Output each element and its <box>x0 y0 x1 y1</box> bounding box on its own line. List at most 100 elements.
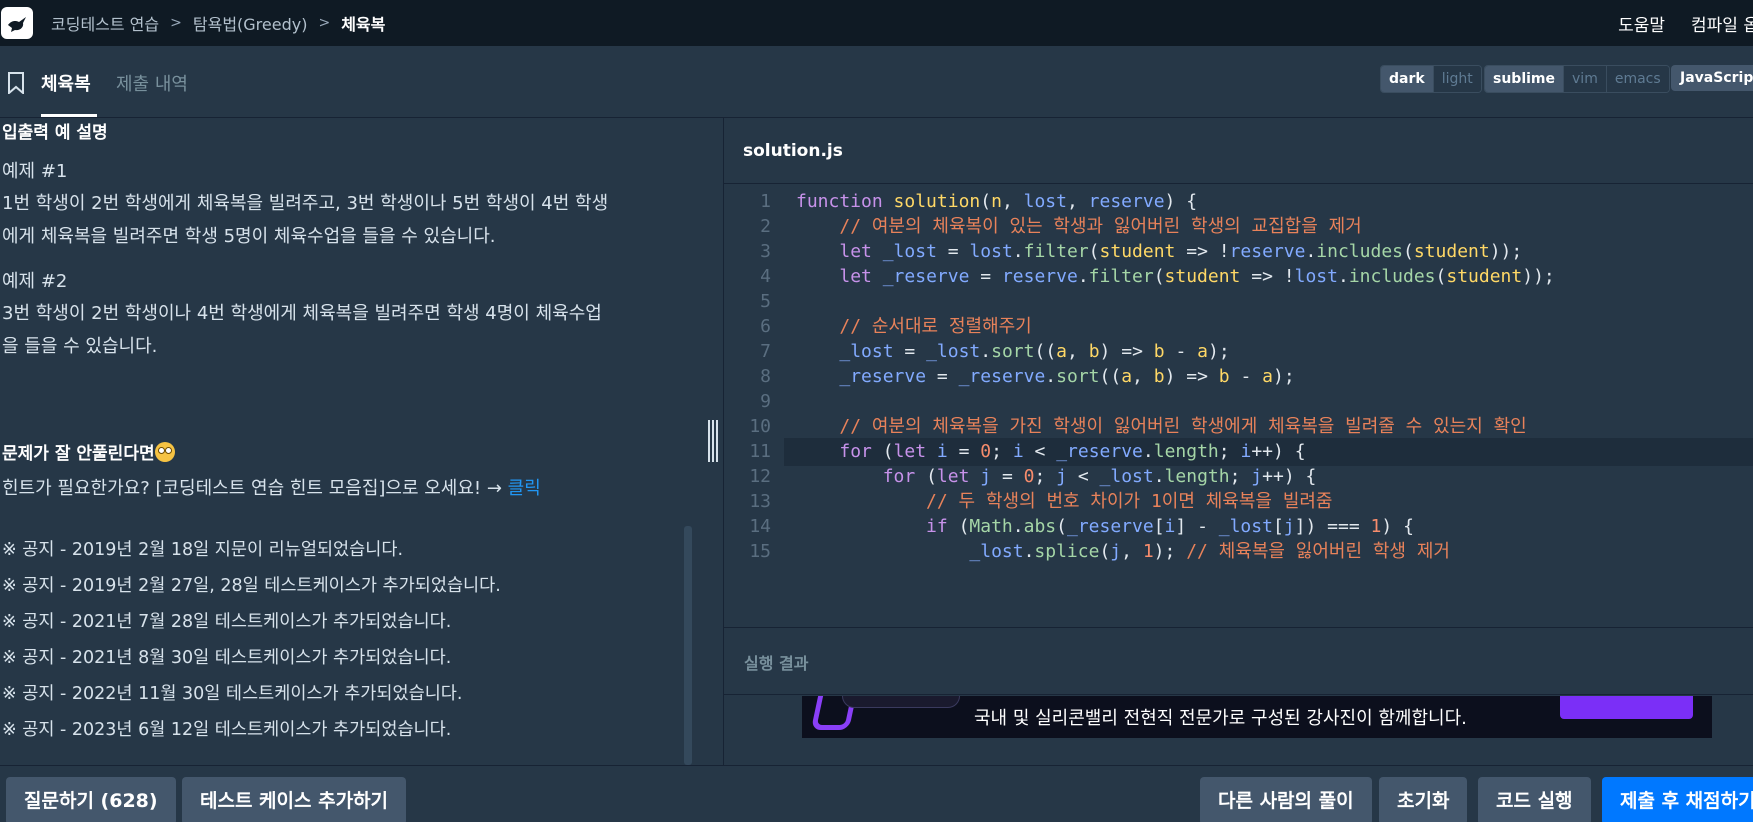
result-panel: 국내 및 실리콘밸리 전현직 전문가로 구성된 강사진이 함께합니다. <box>724 696 1753 765</box>
code-text: // 여분의 체육복을 가진 학생이 잃어버린 학생에게 체육복을 빌려줄 수 … <box>839 416 1527 437</box>
code-line[interactable]: 15 _lost.splice(j, 1); // 체육복을 잃어버린 학생 제… <box>724 538 1753 566</box>
code-line[interactable]: 11 for (let i = 0; i < _reserve.length; … <box>749 438 1753 466</box>
code-line[interactable]: 9 <box>724 388 1753 416</box>
code-line[interactable]: 1 function solution(n, lost, reserve) { <box>724 188 1753 216</box>
example1-line1: 1번 학생이 2번 학생에게 체육복을 빌려주고, 3번 학생이나 5번 학생이… <box>2 193 609 214</box>
code-text: let _lost = lost.filter(student => !rese… <box>839 241 1523 262</box>
line-number: 5 <box>760 291 771 312</box>
line-number: 8 <box>760 366 771 387</box>
code-line[interactable]: 14 if (Math.abs(_reserve[i] - _lost[j]) … <box>724 513 1753 541</box>
line-number: 1 <box>760 191 771 212</box>
hint-text: 힌트가 필요한가요? [코딩테스트 연습 힌트 모음집]으로 오세요! → <box>2 478 508 499</box>
reset-button[interactable]: 초기화 <box>1379 777 1468 822</box>
line-number: 3 <box>760 241 771 262</box>
editor-header: solution.js <box>724 118 1753 184</box>
code-text: for (let i = 0; i < _reserve.length; i++… <box>839 441 1306 462</box>
result-header: 실행 결과 <box>724 628 1753 695</box>
example2-line1: 3번 학생이 2번 학생이나 4번 학생에게 체육복을 빌려주면 학생 4명이 … <box>2 303 602 324</box>
top-nav: 코딩테스트 연습 > 탐욕법(Greedy) > 체육복 도움말 컴파일 옵 <box>0 0 1753 46</box>
code-editor[interactable]: 1 function solution(n, lost, reserve) {2 … <box>724 185 1753 627</box>
theme-toggle: dark light <box>1380 65 1482 93</box>
notice-item: ※ 공지 - 2019년 2월 27일, 28일 테스트케이스가 추가되었습니다… <box>2 576 501 596</box>
code-line[interactable]: 10 // 여분의 체육복을 가진 학생이 잃어버린 학생에게 체육복을 빌려줄… <box>724 413 1753 441</box>
banner-cta-button[interactable] <box>1560 696 1693 719</box>
code-line[interactable]: 4 let _reserve = reserve.filter(student … <box>724 263 1753 291</box>
code-line[interactable]: 8 _reserve = _reserve.sort((a, b) => b -… <box>724 363 1753 391</box>
submit-button[interactable]: 제출 후 채점하기 <box>1602 777 1753 822</box>
line-number: 12 <box>749 466 771 487</box>
code-text: // 순서대로 정렬해주기 <box>839 316 1032 337</box>
hint-line: 힌트가 필요한가요? [코딩테스트 연습 힌트 모음집]으로 오세요! → 클릭 <box>2 470 662 507</box>
keymap-emacs-button[interactable]: emacs <box>1605 66 1669 92</box>
hint-link[interactable]: 클릭 <box>508 478 541 499</box>
others-solution-button[interactable]: 다른 사람의 풀이 <box>1200 777 1372 822</box>
line-number: 2 <box>760 216 771 237</box>
line-number: 6 <box>760 316 771 337</box>
theme-light-button[interactable]: light <box>1432 66 1481 92</box>
code-text: _lost.splice(j, 1); // 체육복을 잃어버린 학생 제거 <box>969 541 1450 562</box>
hint-heading: 문제가 잘 안풀린다면 <box>2 439 175 464</box>
result-label: 실행 결과 <box>744 654 809 673</box>
tab-problem[interactable]: 체육복 <box>41 70 91 96</box>
active-tab-indicator <box>41 114 97 117</box>
vertical-resize-handle[interactable] <box>707 420 719 462</box>
language-select[interactable]: JavaScript <box>1671 65 1753 91</box>
breadcrumb-item-current: 체육복 <box>341 15 386 34</box>
code-text: _reserve = _reserve.sort((a, b) => b - a… <box>839 366 1295 387</box>
banner-text: 국내 및 실리콘밸리 전현직 전문가로 구성된 강사진이 함께합니다. <box>974 708 1467 729</box>
editor-filename: solution.js <box>743 141 843 161</box>
breadcrumb: 코딩테스트 연습 > 탐욕법(Greedy) > 체육복 <box>51 11 385 35</box>
tab-submissions[interactable]: 제출 내역 <box>116 70 188 96</box>
code-line[interactable]: 7 _lost = _lost.sort((a, b) => b - a); <box>724 338 1753 366</box>
theme-dark-button[interactable]: dark <box>1381 66 1433 92</box>
chevron-right-icon: > <box>170 15 182 31</box>
notice-item: ※ 공지 - 2023년 6월 12일 테스트케이스가 추가되었습니다. <box>2 720 452 740</box>
chevron-right-icon: > <box>318 15 331 31</box>
keymap-toggle: sublime vim emacs <box>1484 65 1670 93</box>
bird-logo-icon <box>8 17 26 32</box>
help-link[interactable]: 도움말 <box>1618 11 1665 36</box>
question-button[interactable]: 질문하기 (628) <box>6 777 176 822</box>
compile-options-link[interactable]: 컴파일 옵 <box>1691 11 1753 36</box>
add-testcase-button[interactable]: 테스트 케이스 추가하기 <box>182 777 407 822</box>
problem-description: 입출력 예 설명 예제 #1 1번 학생이 2번 학생에게 체육복을 빌려주고,… <box>0 118 723 765</box>
code-text: // 두 학생의 번호 차이가 1이면 체육복을 빌려줌 <box>926 491 1333 512</box>
code-text: _lost = _lost.sort((a, b) => b - a); <box>839 341 1230 362</box>
line-number: 7 <box>760 341 771 362</box>
tab-bar: 체육복 제출 내역 dark light sublime vim emacs J… <box>0 46 1753 118</box>
code-line[interactable]: 6 // 순서대로 정렬해주기 <box>724 313 1753 341</box>
bookmark-icon[interactable] <box>6 72 26 94</box>
description-scrollbar[interactable] <box>684 526 692 765</box>
banner-badge <box>842 696 960 708</box>
code-line[interactable]: 2 // 여분의 체육복이 있는 학생과 잃어버린 학생의 교집합을 제거 <box>724 213 1753 241</box>
ad-banner[interactable]: 국내 및 실리콘밸리 전현직 전문가로 구성된 강사진이 함께합니다. <box>802 696 1712 738</box>
hint-heading-text: 문제가 잘 안풀린다면 <box>2 444 155 464</box>
breadcrumb-item-category[interactable]: 탐욕법(Greedy) <box>193 11 308 35</box>
io-example-heading: 입출력 예 설명 <box>2 123 108 143</box>
code-text: let _reserve = reserve.filter(student =>… <box>839 266 1555 287</box>
line-number: 15 <box>749 541 771 562</box>
programmers-logo[interactable] <box>1 7 33 39</box>
code-line[interactable]: 3 let _lost = lost.filter(student => !re… <box>724 238 1753 266</box>
code-text: // 여분의 체육복이 있는 학생과 잃어버린 학생의 교집합을 제거 <box>839 216 1362 237</box>
flushed-face-icon <box>154 442 175 462</box>
line-number: 13 <box>749 491 771 512</box>
code-text: for (let j = 0; j < _lost.length; j++) { <box>882 466 1317 487</box>
line-number: 9 <box>760 391 771 412</box>
line-number: 11 <box>749 441 771 462</box>
line-number: 4 <box>760 266 771 287</box>
notice-item: ※ 공지 - 2022년 11월 30일 테스트케이스가 추가되었습니다. <box>2 684 463 704</box>
breadcrumb-item-practice[interactable]: 코딩테스트 연습 <box>51 11 159 35</box>
keymap-sublime-button[interactable]: sublime <box>1485 66 1564 92</box>
code-text: if (Math.abs(_reserve[i] - _lost[j]) ===… <box>926 516 1414 537</box>
code-line[interactable]: 13 // 두 학생의 번호 차이가 1이면 체육복을 빌려줌 <box>724 488 1753 516</box>
notice-item: ※ 공지 - 2021년 7월 28일 테스트케이스가 추가되었습니다. <box>2 612 452 632</box>
code-line[interactable]: 5 <box>724 288 1753 316</box>
notice-item: ※ 공지 - 2019년 2월 18일 지문이 리뉴얼되었습니다. <box>2 540 404 560</box>
line-number: 14 <box>749 516 771 537</box>
keymap-vim-button[interactable]: vim <box>1563 66 1606 92</box>
line-number: 10 <box>749 416 771 437</box>
code-line[interactable]: 12 for (let j = 0; j < _lost.length; j++… <box>724 463 1753 491</box>
run-code-button[interactable]: 코드 실행 <box>1478 777 1591 822</box>
notice-item: ※ 공지 - 2021년 8월 30일 테스트케이스가 추가되었습니다. <box>2 648 452 668</box>
